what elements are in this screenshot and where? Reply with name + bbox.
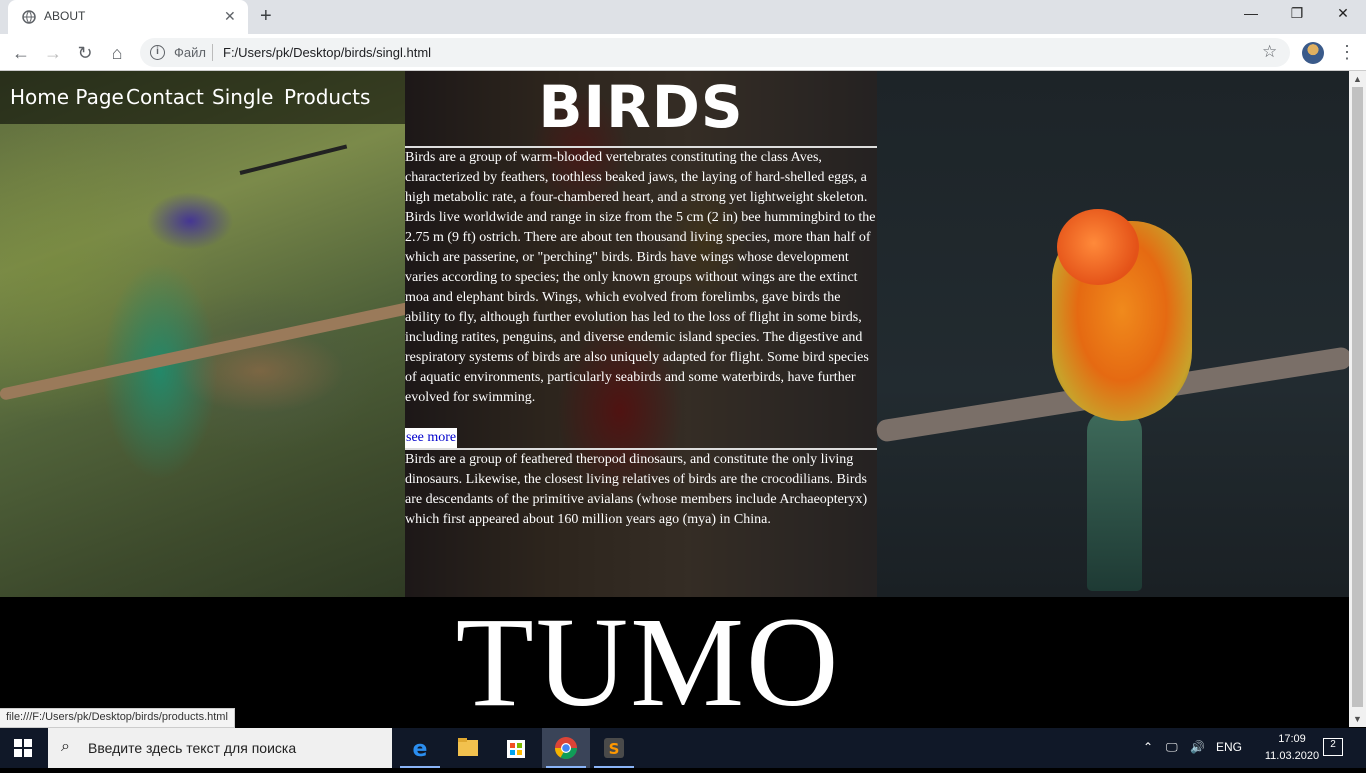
parrot-tail-shape <box>1087 411 1142 591</box>
windows-start-icon[interactable] <box>14 739 32 757</box>
browser-toolbar: ← → ↻ ⌂ i Файл F:/Users/pk/Desktop/birds… <box>0 34 1366 71</box>
parrot-head-shape <box>1057 209 1139 285</box>
nav-link-products[interactable]: Products <box>284 85 370 109</box>
nav-link-contact[interactable]: Contact <box>126 85 204 109</box>
new-tab-button[interactable]: + <box>260 5 272 28</box>
menu-dots-icon[interactable]: ⋮ <box>1338 42 1356 63</box>
globe-icon <box>22 10 36 24</box>
notification-center-icon[interactable]: 2 <box>1323 738 1343 756</box>
page-title: BIRDS <box>538 73 744 141</box>
close-window-button[interactable]: ✕ <box>1320 5 1366 29</box>
home-icon[interactable]: ⌂ <box>106 42 128 64</box>
tab-title: ABOUT <box>44 9 86 23</box>
edge-app-icon[interactable]: e <box>396 728 444 768</box>
see-more-link[interactable]: see more <box>405 428 458 448</box>
main-nav: Home Page Contact Single Products <box>0 71 405 124</box>
forward-arrow-icon[interactable]: → <box>42 42 64 64</box>
nav-link-home[interactable]: Home Page <box>10 85 124 109</box>
windows-taskbar: ⌕ Введите здесь текст для поиска e S ⌃ 🖵… <box>0 728 1366 768</box>
search-icon: ⌕ <box>61 738 70 755</box>
network-icon[interactable]: 🖵 <box>1166 740 1178 755</box>
page-viewport: Home Page Contact Single Products BIRDS … <box>0 71 1349 727</box>
language-indicator[interactable]: ENG <box>1216 740 1242 754</box>
scroll-up-arrow-icon[interactable]: ▲ <box>1353 74 1362 84</box>
svg-text:e: e <box>413 737 428 762</box>
birds-paragraph-1: Birds are a group of warm-blooded verteb… <box>405 150 876 405</box>
taskbar-search-box[interactable]: ⌕ Введите здесь текст для поиска <box>48 728 392 768</box>
taskbar-clock[interactable]: 17:09 11.03.2020 <box>1262 731 1322 765</box>
info-icon[interactable]: i <box>150 45 165 60</box>
clock-time: 17:09 <box>1278 733 1306 745</box>
tray-chevron-up-icon[interactable]: ⌃ <box>1143 740 1153 754</box>
bookmark-star-icon[interactable]: ☆ <box>1262 42 1277 62</box>
url-scheme-label: Файл <box>174 45 206 60</box>
scroll-down-arrow-icon[interactable]: ▼ <box>1353 714 1362 724</box>
volume-icon[interactable]: 🔊 <box>1190 740 1205 754</box>
tab-close-icon[interactable]: ✕ <box>224 8 236 25</box>
minimize-button[interactable]: — <box>1228 5 1274 29</box>
address-separator <box>212 44 213 61</box>
maximize-button[interactable]: ❐ <box>1274 5 1320 29</box>
url-text[interactable]: F:/Users/pk/Desktop/birds/singl.html <box>223 45 431 60</box>
svg-text:S: S <box>609 740 620 758</box>
browser-tab[interactable]: ABOUT ✕ <box>8 0 248 34</box>
back-arrow-icon[interactable]: ← <box>10 42 32 64</box>
content-panel: BIRDS Birds are a group of warm-blooded … <box>405 71 877 597</box>
status-url-bubble: file:///F:/Users/pk/Desktop/birds/produc… <box>0 708 235 728</box>
hummingbird-image <box>0 71 413 597</box>
store-app-icon[interactable] <box>492 728 540 768</box>
taskbar-search-placeholder: Введите здесь текст для поиска <box>88 740 297 756</box>
beak-shape <box>239 144 348 175</box>
parrot-image <box>875 71 1349 597</box>
browser-tab-strip: ABOUT ✕ + — ❐ ✕ <box>0 0 1366 34</box>
address-bar[interactable]: i Файл F:/Users/pk/Desktop/birds/singl.h… <box>140 38 1290 67</box>
scrollbar-thumb[interactable] <box>1352 87 1363 707</box>
file-explorer-icon[interactable] <box>444 728 492 768</box>
clock-date: 11.03.2020 <box>1264 750 1320 762</box>
chrome-app-icon[interactable] <box>542 728 590 768</box>
branch-shape <box>0 301 413 401</box>
footer-title: TUMO <box>455 591 841 727</box>
sublime-text-icon[interactable]: S <box>590 728 638 768</box>
birds-paragraph-2: Birds are a group of feathered theropod … <box>405 452 868 527</box>
vertical-scrollbar[interactable]: ▲ ▼ <box>1349 71 1366 727</box>
nav-link-single[interactable]: Single <box>212 85 273 109</box>
reload-icon[interactable]: ↻ <box>74 42 96 64</box>
profile-avatar[interactable] <box>1302 42 1324 64</box>
